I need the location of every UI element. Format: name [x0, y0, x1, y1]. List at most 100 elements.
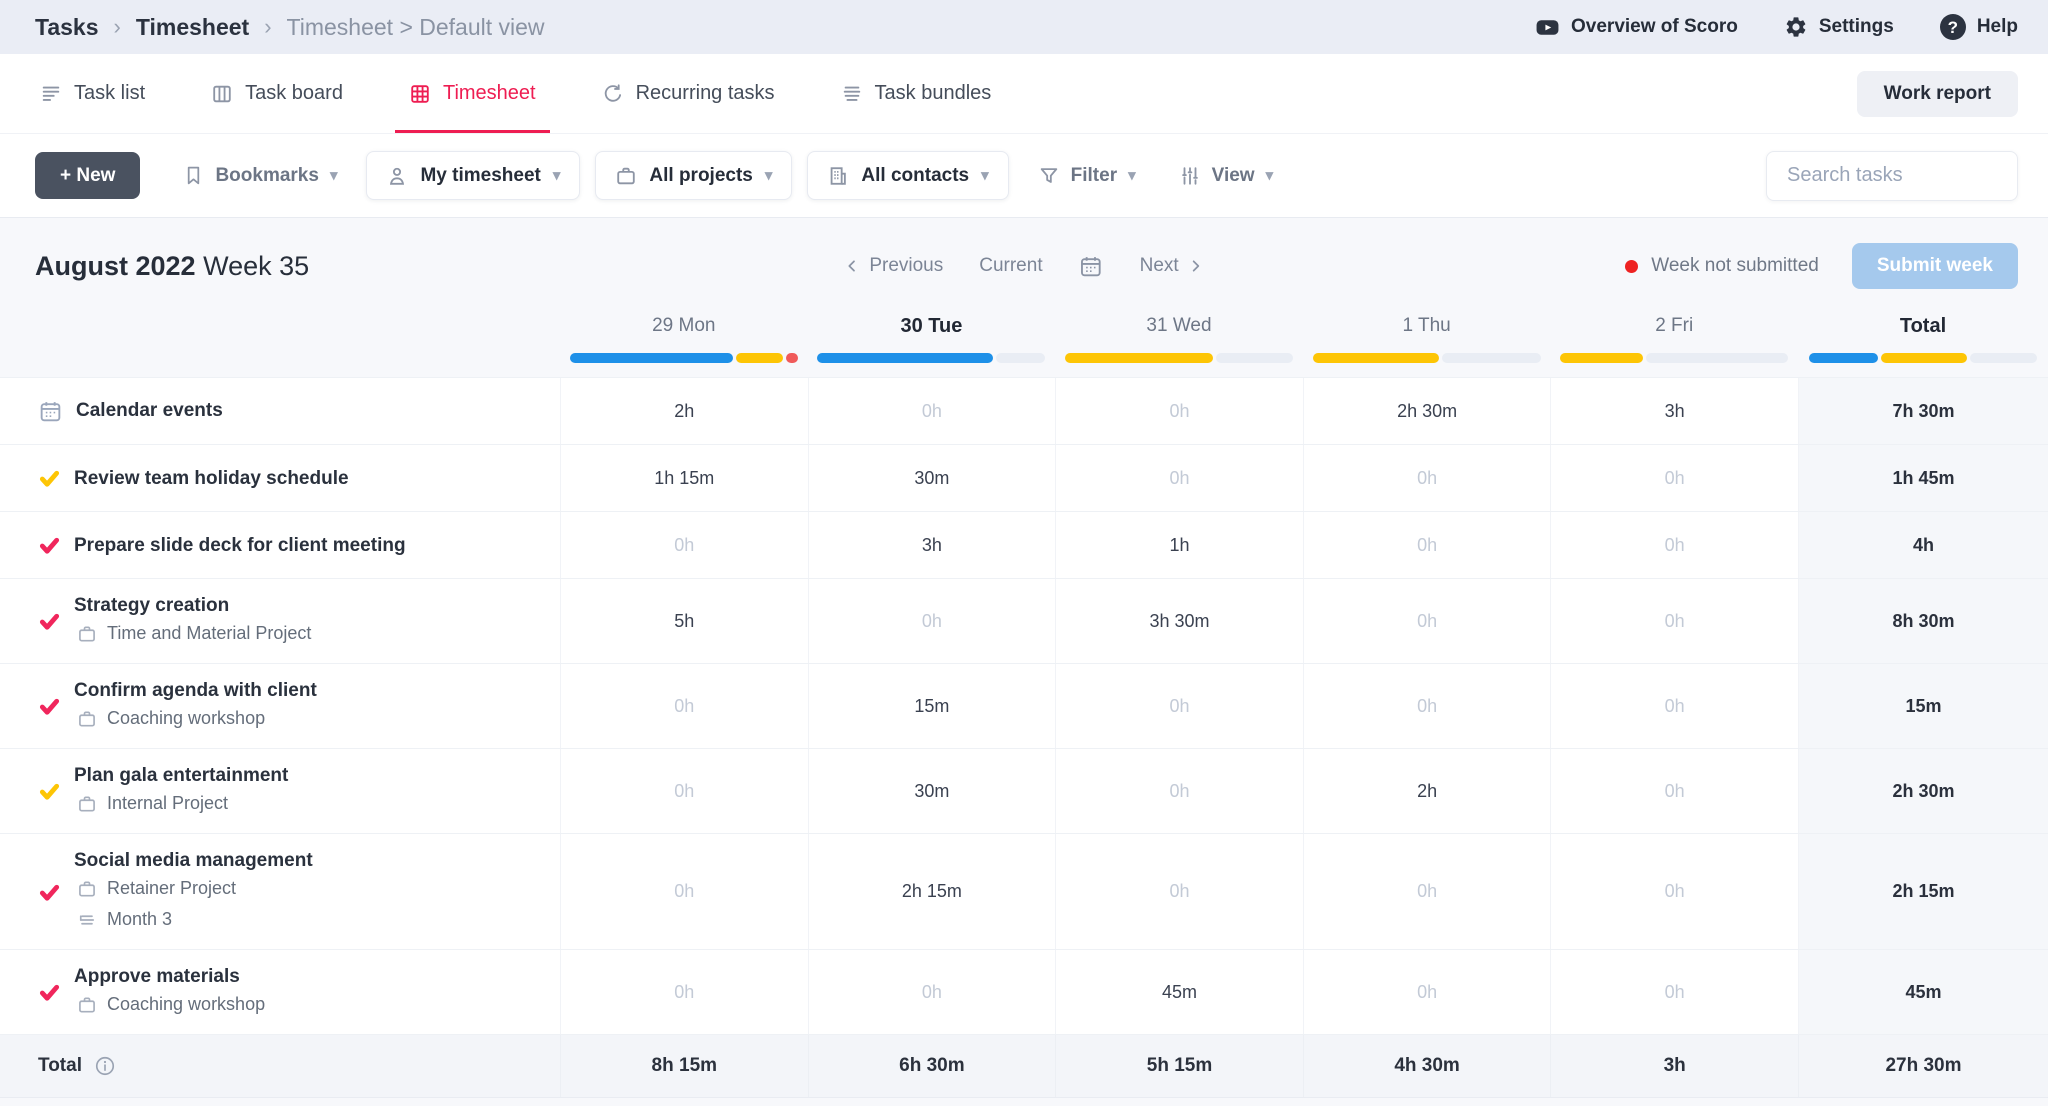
capacity-bar — [570, 353, 798, 363]
column-header-29-mon: 29 Mon — [560, 310, 808, 377]
row-total-cell: 15m — [1798, 664, 2048, 748]
hours-cell[interactable]: 0h — [1303, 834, 1551, 949]
hours-cell[interactable]: 0h — [1055, 834, 1303, 949]
hours-cell[interactable]: 0h — [560, 749, 808, 833]
task-title[interactable]: Approve materials — [74, 964, 265, 989]
hours-cell[interactable]: 0h — [1055, 749, 1303, 833]
hours-cell[interactable]: 30m — [808, 749, 1056, 833]
hours-cell[interactable]: 2h 15m — [808, 834, 1056, 949]
hours-cell[interactable]: 0h — [1055, 664, 1303, 748]
hours-cell[interactable]: 0h — [1550, 445, 1798, 511]
hours-cell[interactable]: 0h — [560, 512, 808, 578]
task-title[interactable]: Confirm agenda with client — [74, 678, 317, 703]
caret-down-icon: ▾ — [330, 168, 338, 183]
help-button[interactable]: ? Help — [1940, 14, 2018, 40]
hours-cell[interactable]: 0h — [1550, 834, 1798, 949]
meta-label[interactable]: Coaching workshop — [107, 994, 265, 1015]
hours-cell[interactable]: 45m — [1055, 950, 1303, 1034]
task-title[interactable]: Review team holiday schedule — [74, 466, 349, 491]
filter-dropdown[interactable]: Filter ▾ — [1024, 152, 1150, 199]
task-title[interactable]: Strategy creation — [74, 593, 311, 618]
hours-cell[interactable]: 0h — [1055, 378, 1303, 444]
timesheet-icon — [409, 83, 431, 105]
hours-cell[interactable]: 0h — [1550, 749, 1798, 833]
capacity-bar-segment-yellow — [1560, 353, 1643, 363]
all-contacts-dropdown[interactable]: All contacts ▾ — [807, 151, 1008, 200]
hours-cell[interactable]: 3h 30m — [1055, 579, 1303, 663]
capacity-bar-segment-track — [996, 353, 1046, 363]
capacity-bar-segment-blue — [817, 353, 993, 363]
tab-task-list[interactable]: Task list — [40, 54, 145, 133]
timesheet-body: Calendar events2h0h0h2h 30m3h7h 30mRevie… — [0, 377, 2048, 1035]
hours-cell[interactable]: 0h — [808, 950, 1056, 1034]
hours-cell[interactable]: 0h — [1303, 512, 1551, 578]
hours-cell[interactable]: 30m — [808, 445, 1056, 511]
overview-of-scoro-link[interactable]: Overview of Scoro — [1535, 15, 1738, 40]
hours-cell[interactable]: 0h — [1303, 664, 1551, 748]
column-header-label: 31 Wed — [1055, 310, 1303, 342]
hours-cell[interactable]: 1h — [1055, 512, 1303, 578]
breadcrumb-view-selector[interactable]: Timesheet > Default view — [287, 14, 545, 41]
hours-cell[interactable]: 2h 30m — [1303, 378, 1551, 444]
project-icon — [77, 879, 97, 899]
meta-label[interactable]: Month 3 — [107, 909, 172, 930]
hours-cell[interactable]: 0h — [560, 834, 808, 949]
tab-task-bundles[interactable]: Task bundles — [841, 54, 992, 133]
task-title[interactable]: Calendar events — [76, 398, 223, 423]
hours-cell[interactable]: 5h — [560, 579, 808, 663]
hours-cell[interactable]: 0h — [1550, 512, 1798, 578]
submit-week-button[interactable]: Submit week — [1852, 243, 2018, 289]
hours-cell[interactable]: 0h — [808, 378, 1056, 444]
search-input[interactable] — [1766, 151, 2018, 201]
next-week-button[interactable]: Next — [1140, 255, 1204, 277]
hours-cell[interactable]: 0h — [1550, 950, 1798, 1034]
hours-cell[interactable]: 0h — [1055, 445, 1303, 511]
current-week-button[interactable]: Current — [979, 255, 1042, 277]
week-status: Week not submitted Submit week — [1625, 243, 2018, 289]
breadcrumb-timesheet[interactable]: Timesheet — [136, 14, 249, 41]
view-dropdown[interactable]: View ▾ — [1165, 152, 1288, 199]
calendar-picker-button[interactable] — [1079, 254, 1104, 279]
hours-cell[interactable]: 0h — [560, 950, 808, 1034]
new-button[interactable]: + New — [35, 152, 140, 199]
task-name-cell: Strategy creation Time and Material Proje… — [0, 579, 560, 663]
hours-cell[interactable]: 0h — [560, 664, 808, 748]
table-row: Calendar events2h0h0h2h 30m3h7h 30m — [0, 378, 2048, 445]
tab-recurring-tasks[interactable]: Recurring tasks — [602, 54, 775, 133]
my-timesheet-dropdown[interactable]: My timesheet ▾ — [366, 151, 580, 200]
hours-cell[interactable]: 0h — [1303, 950, 1551, 1034]
hours-cell[interactable]: 15m — [808, 664, 1056, 748]
meta-label[interactable]: Retainer Project — [107, 878, 236, 899]
previous-week-button[interactable]: Previous — [844, 255, 943, 277]
task-title[interactable]: Prepare slide deck for client meeting — [74, 533, 406, 558]
work-report-button[interactable]: Work report — [1857, 71, 2018, 117]
bookmarks-dropdown[interactable]: Bookmarks ▾ — [169, 152, 351, 199]
meta-label[interactable]: Time and Material Project — [107, 623, 311, 644]
task-title[interactable]: Plan gala entertainment — [74, 763, 288, 788]
tabs-bar: Task list Task board Timesheet Recurring ta… — [0, 54, 2048, 134]
hours-cell[interactable]: 3h — [1550, 378, 1798, 444]
hours-cell[interactable]: 2h — [1303, 749, 1551, 833]
all-projects-dropdown[interactable]: All projects ▾ — [595, 151, 792, 200]
task-name-cell: Approve materials Coaching workshop — [0, 950, 560, 1034]
capacity-bar-segment-track — [1970, 353, 2037, 363]
gear-icon — [1784, 15, 1808, 39]
hours-cell[interactable]: 0h — [808, 579, 1056, 663]
hours-cell[interactable]: 3h — [808, 512, 1056, 578]
hours-cell[interactable]: 2h — [560, 378, 808, 444]
tab-timesheet[interactable]: Timesheet — [409, 54, 536, 133]
hours-cell[interactable]: 0h — [1550, 664, 1798, 748]
tab-task-board[interactable]: Task board — [211, 54, 343, 133]
capacity-bar — [1313, 353, 1541, 363]
capacity-bar-segment-yellow — [1881, 353, 1968, 363]
hours-cell[interactable]: 0h — [1550, 579, 1798, 663]
settings-button[interactable]: Settings — [1784, 15, 1894, 39]
task-title[interactable]: Social media management — [74, 848, 313, 873]
task-project: Time and Material Project — [77, 618, 311, 649]
hours-cell[interactable]: 1h 15m — [560, 445, 808, 511]
hours-cell[interactable]: 0h — [1303, 579, 1551, 663]
hours-cell[interactable]: 0h — [1303, 445, 1551, 511]
meta-label[interactable]: Internal Project — [107, 793, 228, 814]
meta-label[interactable]: Coaching workshop — [107, 708, 265, 729]
breadcrumb-tasks[interactable]: Tasks — [35, 14, 99, 41]
